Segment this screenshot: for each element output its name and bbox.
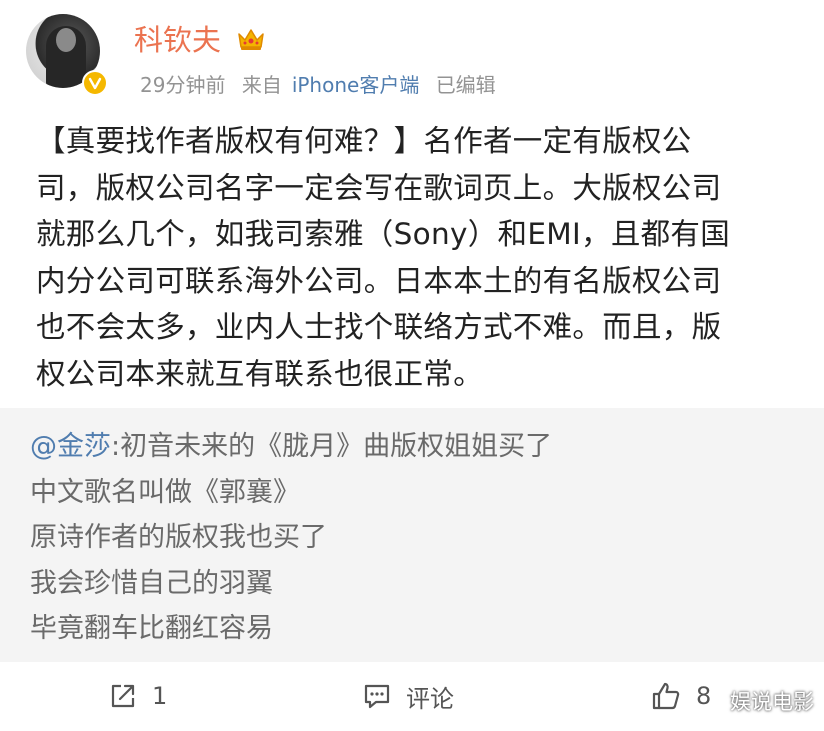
source-app-link[interactable]: iPhone客户端 [292,73,420,97]
quoted-repost-text: @金莎:初音未来的《胧月》曲版权姐姐买了 中文歌名叫做《郭襄》 原诗作者的版权我… [30,424,552,652]
post-time: 29分钟前 [140,73,226,97]
quoted-line: 原诗作者的版权我也买了 [30,522,327,553]
repost-button[interactable]: 1 [108,676,167,716]
comment-button[interactable]: 评论 [362,676,454,716]
post-line: 内分公司可联系海外公司。日本本土的有名版权公司 [36,263,722,298]
source-prefix: 来自 [241,73,282,97]
post-line: 权公司本来就互有联系也很正常。 [36,356,484,391]
like-count: 8 [696,682,712,710]
post-line: 司，版权公司名字一定会写在歌词页上。大版权公司 [36,170,722,205]
mention-link[interactable]: @金莎 [30,431,111,462]
source-label: 来自 iPhone客户端 [242,73,420,97]
post-line: 也不会太多，业内人士找个联络方式不难。而且，版 [36,310,722,344]
quoted-line: 中文歌名叫做《郭襄》 [30,476,300,508]
post-line: 就那么几个，如我司索雅（Sony）和EMI，且都有国 [36,217,731,251]
quoted-first-line-text: :初音未来的《胧月》曲版权姐姐买了 [111,431,553,462]
avatar-face [56,28,76,52]
repost-count: 1 [152,682,168,710]
share-icon [111,684,135,708]
quoted-line: 我会珍惜自己的羽翼 [30,567,273,599]
weibo-post: 科钦夫 29分钟前 来自 iPhone客户端 已编辑 【真要找作者版权有何难？】名… [0,0,824,731]
crown-icon[interactable] [236,26,266,52]
verified-badge-icon [82,70,108,96]
edited-label[interactable]: 已编辑 [436,73,496,97]
post-body: 【真要找作者版权有何难？】名作者一定有版权公 司，版权公司名字一定会写在歌词页上… [36,118,796,397]
post-line: 【真要找作者版权有何难？】名作者一定有版权公 [36,124,692,158]
quoted-repost[interactable]: @金莎:初音未来的《胧月》曲版权姐姐买了 中文歌名叫做《郭襄》 原诗作者的版权我… [0,408,824,662]
quoted-line: 毕竟翻车比翻红容易 [30,613,273,644]
comment-label: 评论 [406,684,454,713]
comment-icon [364,684,390,709]
quoted-first-line: @金莎:初音未来的《胧月》曲版权姐姐买了 [30,424,552,470]
post-meta: 29分钟前 来自 iPhone客户端 已编辑 [140,70,496,100]
action-bar: 1 评论 8 娱说电影 [0,662,824,731]
watermark-text: 娱说电影 [730,690,814,714]
thumbs-up-icon [652,682,680,710]
like-button[interactable]: 8 [650,676,711,716]
username[interactable]: 科钦夫 [134,20,221,60]
